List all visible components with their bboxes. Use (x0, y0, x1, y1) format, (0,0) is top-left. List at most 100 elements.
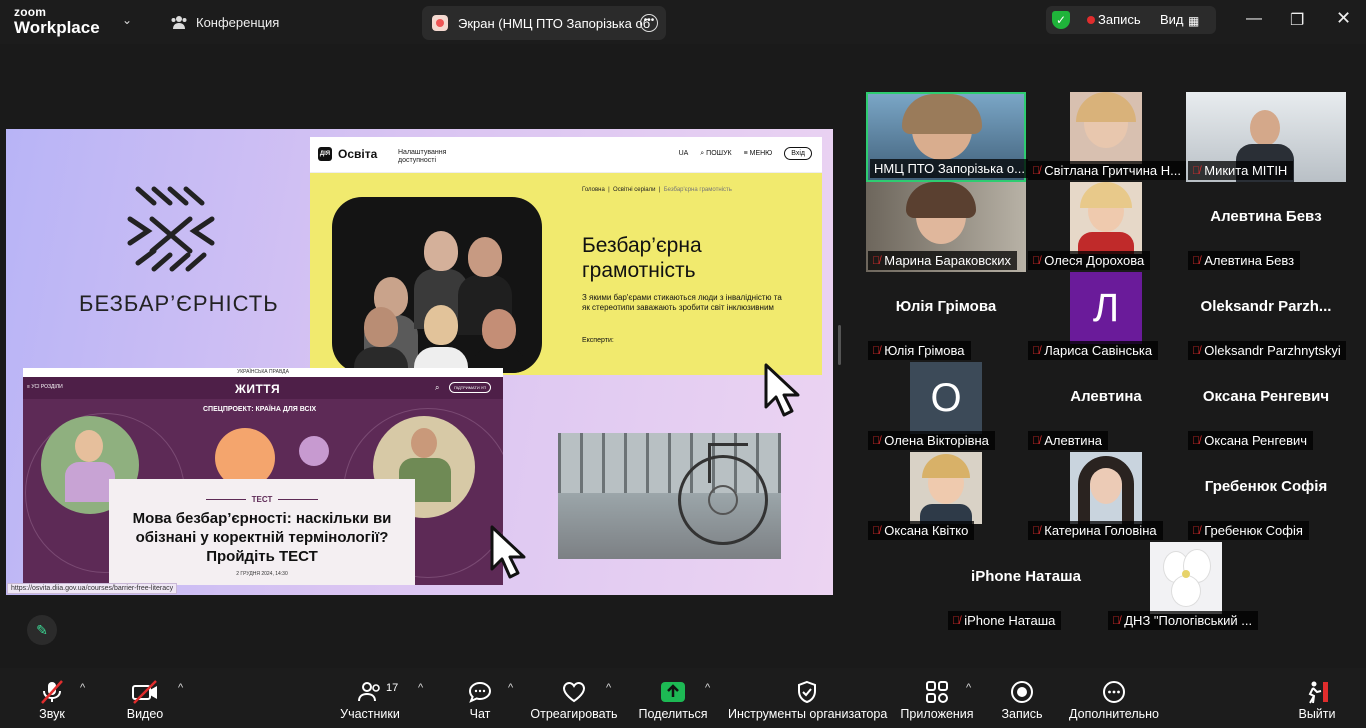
react-button[interactable]: Отреагировать (530, 680, 618, 721)
osvita-hero: Головна | Освітні серіали | Безбар'єрна … (310, 173, 822, 375)
chat-button[interactable]: Чат (464, 680, 496, 721)
participant-name-label: 🎙̸ Алевтина Бевз (1188, 251, 1301, 270)
osvita-page-screenshot: ДІЯ Освіта Налаштування доступності UA ⌕… (310, 137, 822, 375)
shared-screen-area: БЕЗБАР’ЄРНІСТЬ ДІЯ Освіта Налаштування д… (0, 44, 846, 668)
share-screen-tab[interactable]: Экран (НМЦ ПТО Запорізька об ••• (422, 6, 666, 40)
recording-label[interactable]: Запись (1098, 12, 1141, 27)
chat-options-chevron[interactable]: ^ (508, 682, 513, 694)
restore-icon[interactable]: ❐ (1290, 10, 1304, 30)
participant-tile[interactable]: 🎙̸ ДНЗ "Пологівський ... (1106, 542, 1266, 632)
record-button[interactable]: Запись (1000, 680, 1044, 721)
accessibility-settings: Налаштування доступності (398, 149, 447, 164)
decor-lilac-circle (299, 436, 329, 466)
mic-muted-icon: 🎙̸ (1192, 344, 1201, 357)
osvita-nav: UA ⌕ ПОШУК ≡ МЕНЮ Вхід (679, 147, 812, 160)
participant-name: Світлана Гритчина Н... (1044, 163, 1181, 178)
logo-workplace: Workplace (14, 18, 100, 37)
share-options-chevron[interactable]: ^ (705, 682, 710, 694)
participant-name: Oleksandr Parzhnytskyi (1204, 343, 1341, 358)
zhyttia-header: ≡ УСІ РОЗДІЛИ ЖИТТЯ ⌕ ПІДТРИМАТИ УП (23, 377, 503, 399)
osvita-logo: ДІЯ Освіта (318, 147, 377, 161)
apps-button[interactable]: Приложения (900, 680, 974, 721)
app-favicon-icon (432, 15, 448, 31)
recording-dot-icon (1087, 16, 1095, 24)
test-label: ТЕСТ (109, 495, 415, 504)
leave-button[interactable]: Выйти (1296, 680, 1338, 721)
apps-options-chevron[interactable]: ^ (966, 682, 971, 694)
participant-name-label: 🎙̸ Микита МІТІН (1188, 161, 1294, 180)
participant-tile[interactable]: Оксана Ренгевич 🎙̸ Оксана Ренгевич (1186, 362, 1346, 452)
logo-zoom: zoom (14, 5, 47, 19)
mic-muted-icon (30, 680, 74, 704)
video-label: Видео (126, 707, 164, 721)
participant-tile[interactable]: 🎙̸ Оксана Квітко (866, 452, 1026, 542)
participant-name-label: 🎙̸ Oleksandr Parzhnytskyi (1188, 341, 1346, 360)
search-icon: ⌕ (435, 383, 440, 392)
more-options-icon[interactable]: ••• (640, 14, 658, 32)
dia-logo: ДІЯ (318, 147, 332, 161)
annotate-pencil-icon[interactable]: ✎ (27, 615, 57, 645)
mic-muted-icon: 🎙̸ (1192, 434, 1201, 447)
participant-tile[interactable]: 🎙̸ Микита МІТІН (1186, 92, 1346, 182)
participant-tile[interactable]: Гребенюк Софія 🎙̸ Гребенюк Софія (1186, 452, 1346, 542)
participant-name: Гребенюк Софія (1204, 523, 1303, 538)
wheelchair-photo (558, 433, 781, 559)
participant-name-label: 🎙̸ Марина Бараковских (868, 251, 1017, 270)
more-button[interactable]: Дополнительно (1068, 680, 1160, 721)
zhyttia-menu-label: УСІ РОЗДІЛИ (31, 384, 63, 390)
participant-tile[interactable]: iPhone Наташа 🎙̸ iPhone Наташа (946, 542, 1106, 632)
participant-tile[interactable]: Юлія Грімова 🎙̸ Юлія Грімова (866, 272, 1026, 362)
participant-tile[interactable]: 🎙̸ Світлана Гритчина Н... (1026, 92, 1186, 182)
participant-name: Алевтина Бевз (1204, 253, 1295, 268)
record-icon (1000, 680, 1044, 704)
security-shield-icon[interactable]: ✓ (1052, 11, 1070, 29)
chevron-down-icon[interactable]: ⌄ (122, 13, 132, 27)
article-headline: Мова безбар’єрності: наскільки ви обізна… (132, 510, 392, 565)
osvita-experts-label: Експерти: (582, 337, 614, 344)
audio-button[interactable]: Звук (30, 680, 74, 721)
people-icon (171, 16, 187, 29)
nav-search-label: ПОШУК (706, 149, 732, 157)
participant-tile[interactable]: 🎙̸ Олеся Дорохова (1026, 182, 1186, 272)
article-date: 2 ГРУДНЯ 2024, 14:30 (236, 571, 288, 577)
host-tools-button[interactable]: Инструменты организатора (728, 680, 887, 721)
react-options-chevron[interactable]: ^ (606, 682, 611, 694)
participant-tile[interactable]: О 🎙̸ Олена Вікторівна (866, 362, 1026, 452)
apps-icon (900, 680, 974, 704)
video-options-chevron[interactable]: ^ (178, 682, 183, 694)
participants-options-chevron[interactable]: ^ (418, 682, 423, 694)
share-button[interactable]: Поделиться (636, 680, 710, 721)
participant-tile[interactable]: 🎙̸ Марина Бараковских (866, 182, 1026, 272)
leave-label: Выйти (1298, 707, 1336, 721)
participant-display-name: Алевтина Бевз (1210, 208, 1322, 225)
participant-name: Оксана Ренгевич (1204, 433, 1308, 448)
audio-options-chevron[interactable]: ^ (80, 682, 85, 694)
mic-muted-icon: 🎙̸ (1032, 434, 1041, 447)
mic-muted-icon: 🎙̸ (1032, 254, 1041, 267)
conference-tab[interactable]: Конференция (170, 14, 279, 30)
close-icon[interactable]: ✕ (1336, 8, 1351, 29)
osvita-subtitle: З якими бар'єрами стикаються люди з інва… (582, 293, 782, 312)
participant-name-label: 🎙̸ Катерина Головіна (1028, 521, 1163, 540)
participant-display-name: Гребенюк Софія (1204, 478, 1328, 495)
osvita-breadcrumb: Головна | Освітні серіали | Безбар'єрна … (582, 187, 732, 193)
participant-tile[interactable]: НМЦ ПТО Запорізька о... (866, 92, 1028, 182)
record-label: Запись (1001, 707, 1043, 721)
nav-search: ⌕ ПОШУК (700, 149, 732, 157)
panel-resize-handle[interactable] (838, 325, 841, 365)
up-topline: УКРАЇНСЬКА ПРАВДА (23, 368, 503, 377)
minimize-icon[interactable]: — (1246, 10, 1262, 28)
grid-view-icon[interactable]: ▦ (1188, 14, 1199, 28)
participant-display-name: iPhone Наташа (971, 568, 1081, 585)
more-icon (1068, 680, 1160, 704)
participant-name-label: 🎙̸ Олена Вікторівна (868, 431, 995, 450)
participant-tile[interactable]: 🎙̸ Катерина Головіна (1026, 452, 1186, 542)
share-tab-title: Экран (НМЦ ПТО Запорізька об (458, 15, 651, 31)
view-label[interactable]: Вид (1160, 12, 1184, 27)
video-button[interactable]: Видео (122, 680, 168, 721)
participant-tile[interactable]: Алевтина Бевз 🎙̸ Алевтина Бевз (1186, 182, 1346, 272)
participant-tile[interactable]: Алевтина 🎙̸ Алевтина (1026, 362, 1186, 452)
participant-tile[interactable]: Oleksandr Parzh... 🎙̸ Oleksandr Parzhnyts… (1186, 272, 1346, 362)
participant-tile[interactable]: Л 🎙̸ Лариса Савінська (1026, 272, 1186, 362)
participant-name: Микита МІТІН (1204, 163, 1288, 178)
